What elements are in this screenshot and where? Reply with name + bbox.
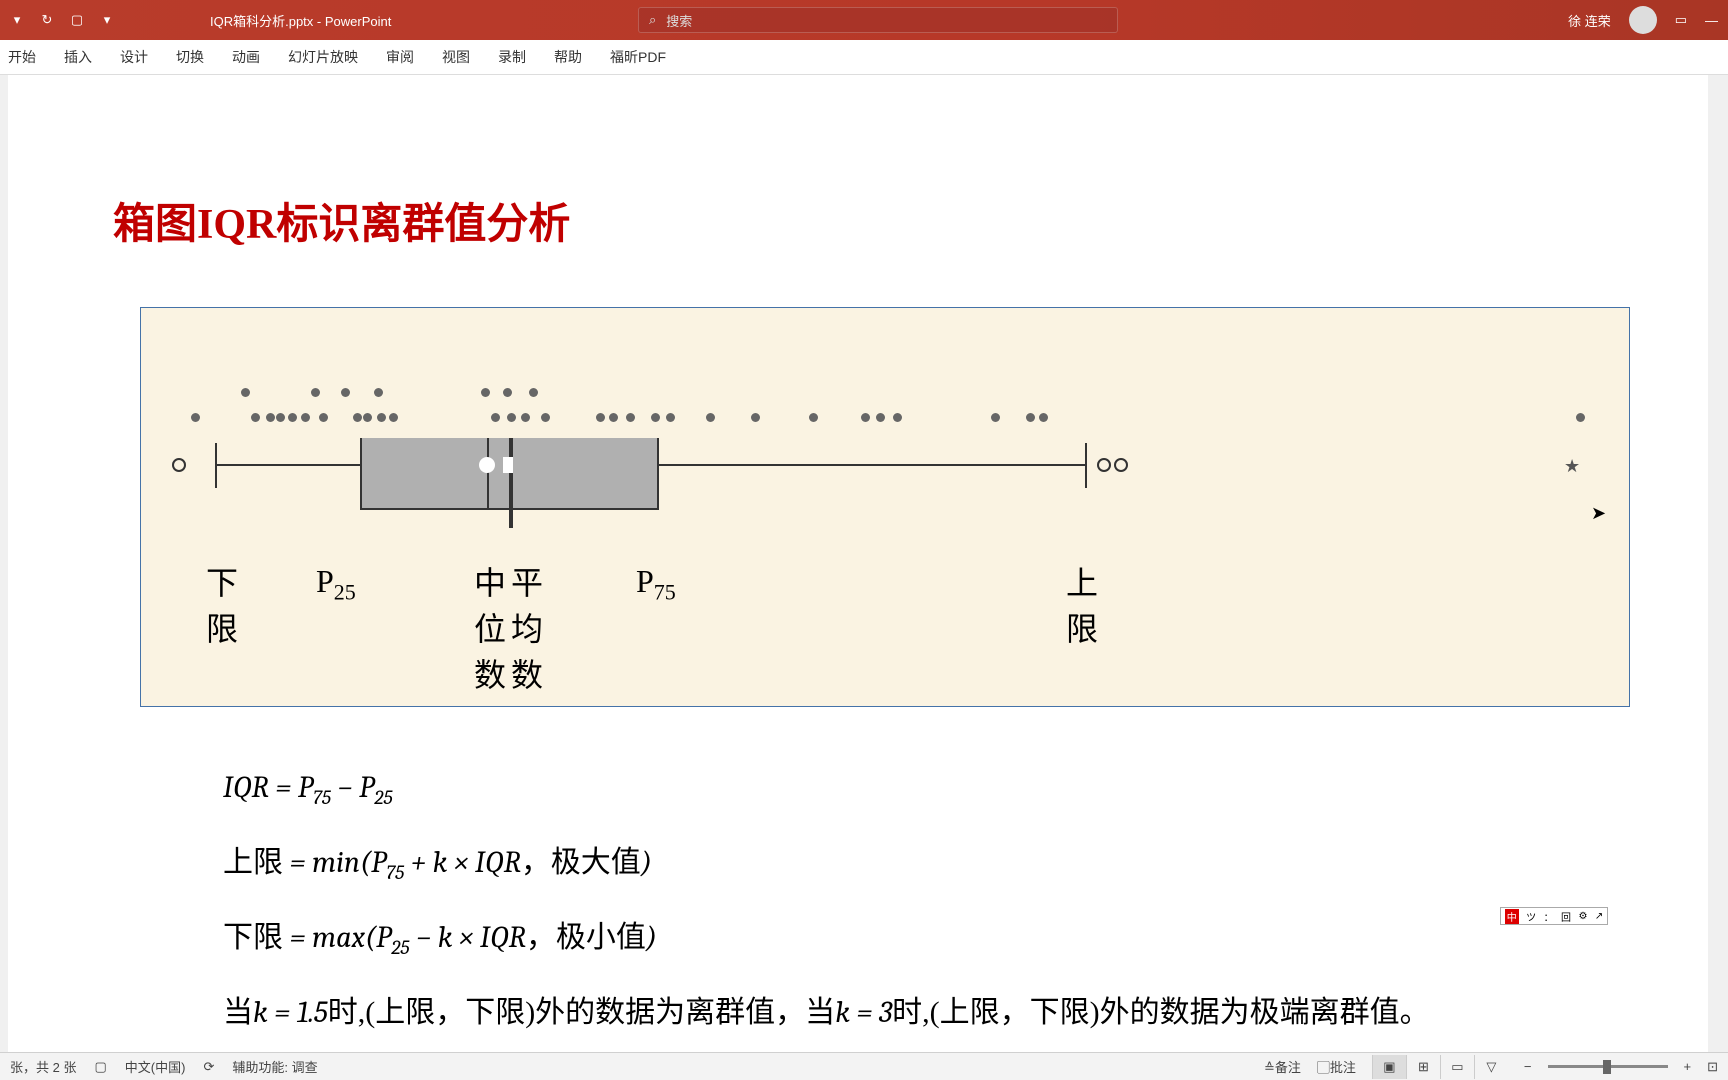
tab-insert[interactable]: 插入 [64, 47, 92, 67]
tab-home[interactable]: 开始 [8, 47, 36, 67]
slide-title: 箱图IQR标识离群值分析 [113, 190, 570, 251]
label-upper-limit: 上 限 [1066, 558, 1098, 650]
zoom-in-button[interactable]: + [1684, 1059, 1692, 1074]
formula-area: IQR = P75 − P25 上限 = min(P75 + k × IQR，极… [223, 770, 1430, 1059]
search-placeholder: 搜索 [666, 11, 692, 30]
tab-help[interactable]: 帮助 [554, 47, 582, 67]
reading-view-button[interactable]: ▭ [1440, 1055, 1474, 1079]
zoom-slider[interactable] [1548, 1065, 1668, 1068]
tab-record[interactable]: 录制 [498, 47, 526, 67]
present-icon[interactable]: ▢ [68, 11, 86, 29]
fit-window-button[interactable]: ⊡ [1707, 1059, 1718, 1075]
accessibility-icon[interactable]: ⟳ [203, 1059, 214, 1075]
avatar[interactable] [1629, 6, 1657, 34]
slide-area: 箱图IQR标识离群值分析 [0, 75, 1728, 1067]
tab-view[interactable]: 视图 [442, 47, 470, 67]
search-input[interactable]: ⌕ 搜索 [638, 7, 1118, 33]
tab-foxit[interactable]: 福昕PDF [610, 47, 666, 67]
undo-icon[interactable]: ↻ [38, 11, 56, 29]
label-median: 中 位 数 [474, 558, 506, 696]
chevron-down-icon[interactable]: ▾ [8, 11, 26, 29]
formula-iqr: IQR = P75 − P25 [223, 770, 1430, 809]
ribbon-tabs: 开始 插入 设计 切换 动画 幻灯片放映 审阅 视图 录制 帮助 福昕PDF [0, 40, 1728, 75]
tab-slideshow[interactable]: 幻灯片放映 [288, 47, 358, 67]
label-p75: P75 [636, 563, 676, 605]
tab-transitions[interactable]: 切换 [176, 47, 204, 67]
label-mean: 平 均 数 [511, 558, 543, 696]
cursor-icon: ➤ [1591, 503, 1606, 524]
normal-view-button[interactable]: ▣ [1372, 1055, 1406, 1079]
zoom-out-button[interactable]: − [1524, 1059, 1532, 1074]
tab-design[interactable]: 设计 [120, 47, 148, 67]
boxplot-svg: ★ [171, 438, 1611, 568]
label-lower-limit: 下 限 [206, 558, 238, 650]
sorter-view-button[interactable]: ⊞ [1406, 1055, 1440, 1079]
view-buttons: ▣ ⊞ ▭ ▽ [1372, 1055, 1508, 1079]
ribbon-opts-icon[interactable]: ▭ [1675, 12, 1687, 28]
formula-lower: 下限 = max(P25 − k × IQR，极小值) [223, 912, 1430, 959]
formula-explanation: 当k = 1.5时,(上限，下限)外的数据为离群值，当k = 3时,(上限，下限… [223, 987, 1430, 1031]
tab-review[interactable]: 审阅 [386, 47, 414, 67]
status-accessibility[interactable]: 辅助功能: 调查 [232, 1057, 317, 1076]
tab-animations[interactable]: 动画 [232, 47, 260, 67]
label-p25: P25 [316, 563, 356, 605]
notes-icon[interactable]: ▢ [94, 1059, 106, 1075]
minimize-icon[interactable]: — [1705, 13, 1718, 28]
status-slide-count: 张，共 2 张 [10, 1057, 76, 1076]
slide-canvas[interactable]: 箱图IQR标识离群值分析 [8, 75, 1708, 1067]
notes-button[interactable]: ≙备注 [1264, 1057, 1301, 1076]
username-label: 徐 连荣 [1568, 11, 1611, 30]
status-bar: 张，共 2 张 ▢ 中文(中国) ⟳ 辅助功能: 调查 ≙备注 ▢批注 ▣ ⊞ … [0, 1052, 1728, 1080]
comments-button[interactable]: ▢批注 [1317, 1057, 1356, 1076]
formula-upper: 上限 = min(P75 + k × IQR，极大值) [223, 837, 1430, 884]
customize-icon[interactable]: ▾ [98, 11, 116, 29]
status-language[interactable]: 中文(中国) [125, 1057, 186, 1076]
title-bar: ▾ ↻ ▢ ▾ IQR箱科分析.pptx - PowerPoint ⌕ 搜索 徐… [0, 0, 1728, 40]
boxplot-diagram: ★ 下 限 P25 中 位 数 平 均 数 P75 上 限 [140, 307, 1630, 707]
ime-toolbar[interactable]: 中 ツ ： 回 ⚙ ↗ [1500, 907, 1608, 925]
search-icon: ⌕ [649, 12, 656, 28]
slideshow-view-button[interactable]: ▽ [1474, 1055, 1508, 1079]
svg-text:★: ★ [1564, 456, 1580, 476]
document-filename: IQR箱科分析.pptx - PowerPoint [210, 11, 391, 30]
